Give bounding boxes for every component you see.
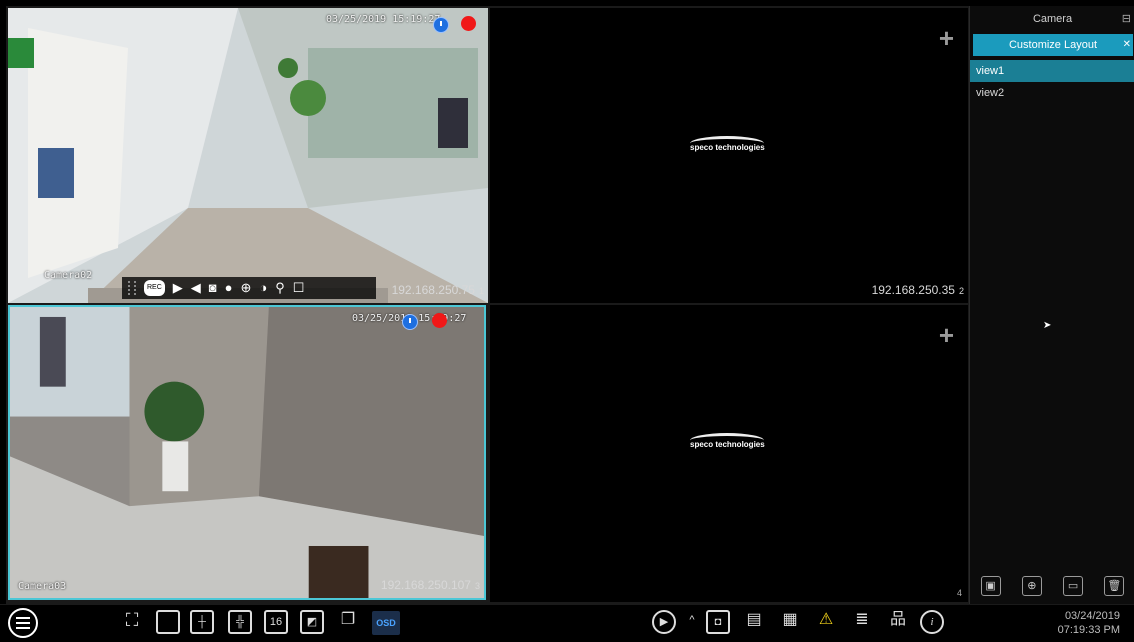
camera02-feed: [8, 8, 488, 303]
ip-text: 192.168.250.35: [871, 283, 955, 297]
camera-pane-3[interactable]: 03/25/2019 15:19:27 Camera03 192.168.250…: [8, 305, 486, 600]
database-icon[interactable]: ≣: [850, 610, 874, 634]
microphone-icon[interactable]: ⚲: [275, 281, 285, 295]
main-menu-button[interactable]: [8, 608, 38, 638]
play-icon[interactable]: ▶: [173, 281, 183, 295]
sequence-view-icon[interactable]: ❐: [336, 610, 360, 634]
panel-actions: ▣ ⊕ ▭ 🗑: [970, 576, 1134, 596]
mouse-cursor-icon: ➤: [1043, 320, 1052, 331]
screenshot-icon[interactable]: ◘: [706, 610, 730, 634]
drag-handle[interactable]: [128, 281, 136, 295]
osd-button[interactable]: OSD: [372, 611, 400, 635]
speco-logo: speco technologies: [690, 433, 765, 459]
camera-name-osd: Camera03: [18, 581, 67, 592]
ptz-icon[interactable]: ●: [225, 281, 233, 295]
customize-layout-tab[interactable]: Customize Layout ✕: [973, 34, 1133, 56]
camera-pane-2[interactable]: + speco technologies 192.168.250.35 2: [490, 8, 968, 303]
panel-title: Camera: [1032, 13, 1073, 25]
playback-icon[interactable]: ▶: [652, 610, 676, 634]
pane-number: 2: [958, 286, 964, 296]
snapshot-icon[interactable]: ◙: [209, 281, 217, 295]
layout-16-icon[interactable]: 16: [264, 610, 288, 634]
ip-text: 192.168.250.107: [380, 578, 471, 592]
delete-icon[interactable]: 🗑: [1104, 576, 1125, 596]
audio-mute-icon[interactable]: ◀: [191, 281, 201, 295]
osd-timestamp: 03/25/2019 15:19:27: [326, 14, 441, 25]
ip-text: 192.168.250.75: [391, 283, 475, 297]
expand-icon[interactable]: ⊟: [1122, 6, 1131, 32]
customize-layout-label: Customize Layout: [1008, 39, 1098, 51]
video-output-icon[interactable]: ▦: [778, 610, 802, 634]
pane-number: 1: [478, 286, 484, 296]
info-icon[interactable]: i: [920, 610, 944, 634]
zoom-icon[interactable]: ⊕: [241, 281, 252, 295]
network-icon[interactable]: 品: [886, 610, 910, 634]
logo-text: speco technologies: [690, 143, 765, 152]
recording-icon: [461, 16, 476, 31]
add-icon[interactable]: ⊕: [1021, 576, 1042, 596]
clock-icon: [402, 314, 418, 330]
pane-toolbar: REC ▶ ◀ ◙ ● ⊕ ◑ ⚲ ☐: [122, 277, 376, 299]
save-icon[interactable]: ▣: [980, 576, 1001, 596]
pane-ip-address: 192.168.250.107 3: [381, 578, 480, 592]
camera-name-osd: Camera02: [44, 270, 93, 281]
camera03-feed: [10, 307, 484, 598]
face-detect-icon[interactable]: ☐: [293, 281, 305, 295]
layout-4-icon[interactable]: ┼: [190, 610, 214, 634]
disk-icon[interactable]: ▤: [742, 610, 766, 634]
add-camera-icon[interactable]: +: [939, 322, 954, 348]
camera-pane-1[interactable]: 03/25/2019 15:19:27 Camera02 REC ▶ ◀ ◙ ●…: [8, 8, 488, 303]
video-grid: 03/25/2019 15:19:27 Camera02 REC ▶ ◀ ◙ ●…: [6, 6, 970, 604]
alarm-icon[interactable]: ⚠: [814, 610, 838, 634]
color-adjust-icon[interactable]: ◑: [259, 281, 267, 295]
camera-side-panel: Camera ⊟ Customize Layout ✕ view1 view2 …: [969, 6, 1134, 604]
camera-pane-4[interactable]: + speco technologies 4: [490, 305, 968, 602]
pane-number: 4: [956, 588, 962, 598]
view-item-view1[interactable]: view1: [970, 60, 1134, 82]
bottom-toolbar: ⛶ ┼ ╬ 16 ◩ ❐ OSD ▶ ^ ◘ ▤ ▦ ⚠ ≣ 品 i 03/24…: [0, 604, 1134, 642]
system-date: 03/24/2019: [1064, 610, 1120, 622]
custom-layout-icon[interactable]: ◩: [300, 610, 324, 634]
system-time: 07:19:33 PM: [1057, 624, 1120, 636]
clock-icon: [433, 17, 449, 33]
fullscreen-icon[interactable]: ⛶: [120, 610, 144, 634]
recording-icon: [432, 313, 447, 328]
record-button[interactable]: REC: [144, 280, 165, 296]
pane-ip-address: 192.168.250.35 2: [872, 283, 964, 297]
add-camera-icon[interactable]: +: [939, 25, 954, 51]
pane-number: 3: [474, 581, 480, 591]
chevron-up-icon[interactable]: ^: [680, 610, 704, 634]
pane-ip-address: 192.168.250.75 1: [392, 283, 484, 297]
rename-icon[interactable]: ▭: [1063, 576, 1084, 596]
panel-header: Camera ⊟: [970, 6, 1134, 32]
speco-logo: speco technologies: [690, 136, 765, 162]
system-clock: 03/24/2019 07:19:33 PM: [1058, 609, 1120, 637]
view-item-view2[interactable]: view2: [970, 82, 1134, 104]
layout-9-icon[interactable]: ╬: [228, 610, 252, 634]
layout-1-icon[interactable]: [156, 610, 180, 634]
logo-text: speco technologies: [690, 440, 765, 449]
close-icon[interactable]: ✕: [1123, 34, 1131, 56]
